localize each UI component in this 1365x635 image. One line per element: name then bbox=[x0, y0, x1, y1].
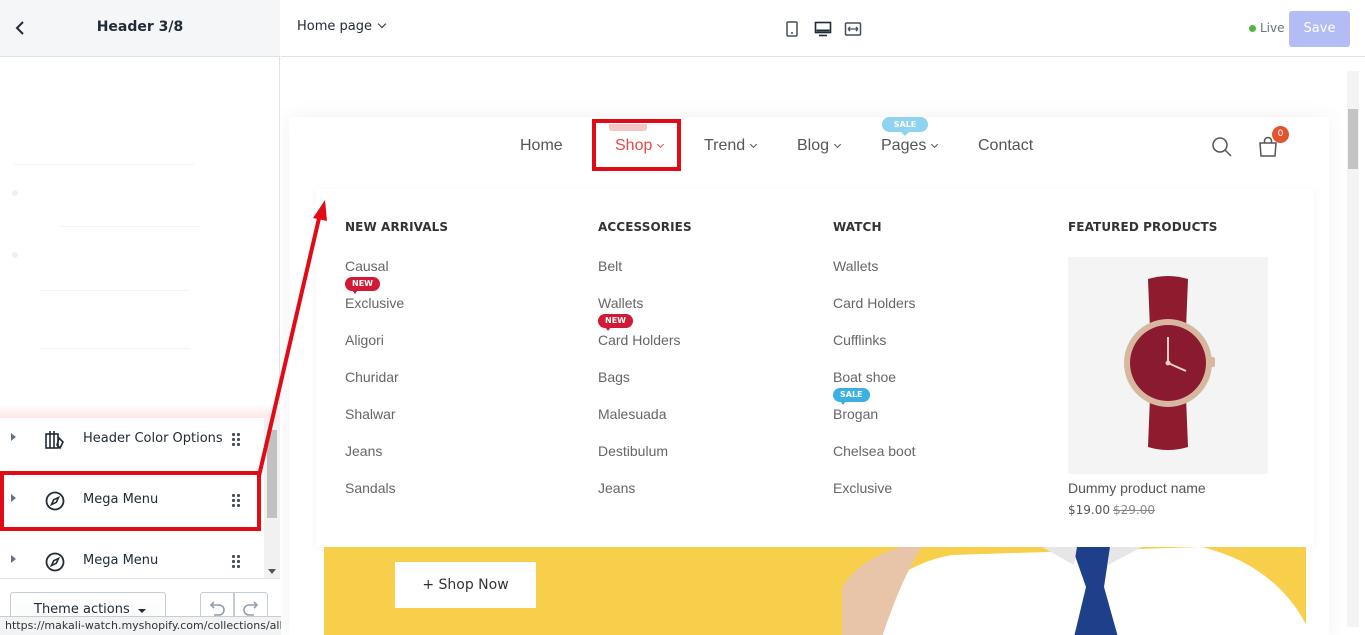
nav-blog[interactable]: Blog bbox=[797, 137, 842, 155]
live-status: Live bbox=[1249, 21, 1285, 35]
menu-link[interactable]: Malesuada bbox=[598, 406, 667, 422]
nav-pages[interactable]: Pages bbox=[881, 137, 939, 155]
desktop-view-icon[interactable] bbox=[814, 20, 832, 38]
chevron-down-icon bbox=[833, 140, 842, 149]
menu-link[interactable]: Wallets bbox=[833, 258, 878, 274]
expand-caret-icon[interactable] bbox=[11, 555, 16, 563]
new-badge: NEW bbox=[598, 314, 633, 331]
menu-link[interactable]: Exclusive bbox=[345, 295, 404, 311]
column-heading: FEATURED PRODUCTS bbox=[1068, 220, 1218, 234]
faded-divider bbox=[60, 226, 200, 227]
column-heading: NEW ARRIVALS bbox=[345, 220, 449, 234]
sidebar-item-header-color-options[interactable]: Header Color Options bbox=[0, 411, 264, 469]
drag-handle-icon[interactable] bbox=[232, 555, 242, 569]
product-price: $19.00 bbox=[1068, 503, 1110, 517]
faded-caret bbox=[12, 190, 18, 196]
chevron-down-icon bbox=[750, 140, 758, 149]
mega-menu-panel: NEW ARRIVALS Causal NEW Exclusive Aligor… bbox=[316, 189, 1314, 547]
live-label: Live bbox=[1260, 21, 1285, 35]
shop-now-label: Shop Now bbox=[438, 577, 509, 593]
editor-topbar: Home page Live Save bbox=[281, 0, 1365, 57]
expand-caret-icon[interactable] bbox=[11, 433, 16, 441]
mobile-view-icon[interactable] bbox=[783, 20, 801, 38]
sidebar-scrollbar[interactable] bbox=[264, 418, 280, 578]
shop-now-button[interactable]: + Shop Now bbox=[395, 562, 536, 608]
menu-link[interactable]: Shalwar bbox=[345, 406, 396, 422]
product-image[interactable] bbox=[1068, 257, 1268, 474]
menu-link[interactable]: Card Holders bbox=[598, 332, 680, 348]
menu-link[interactable]: Cufflinks bbox=[833, 332, 886, 348]
save-button[interactable]: Save bbox=[1289, 11, 1350, 47]
scrollbar-thumb[interactable] bbox=[267, 430, 277, 518]
sale-badge: SALE bbox=[833, 388, 870, 405]
wristwatch-icon bbox=[1124, 276, 1215, 450]
sidebar-title: Header 3/8 bbox=[96, 19, 184, 35]
nav-trend-label: Trend bbox=[704, 137, 746, 154]
menu-link[interactable]: Sandals bbox=[345, 480, 396, 496]
new-badge: NEW bbox=[345, 277, 380, 294]
drag-handle-icon[interactable] bbox=[232, 433, 242, 447]
product-old-price: $29.00 bbox=[1113, 503, 1155, 517]
chevron-down-icon bbox=[931, 140, 939, 149]
menu-link[interactable]: Exclusive bbox=[833, 480, 892, 496]
faded-divider bbox=[40, 290, 190, 291]
compass-icon bbox=[44, 551, 66, 573]
faded-divider bbox=[40, 348, 190, 349]
sidebar: Header 3/8 Header Color Options Mega Men… bbox=[0, 0, 289, 635]
column-heading: WATCH bbox=[833, 220, 882, 234]
menu-link[interactable]: Wallets bbox=[598, 295, 643, 311]
menu-link[interactable]: Churidar bbox=[345, 369, 399, 385]
search-icon[interactable] bbox=[1211, 136, 1233, 158]
hero-banner: + Shop Now bbox=[324, 547, 1306, 635]
chevron-down-icon bbox=[377, 19, 387, 29]
highlight-box-shop bbox=[592, 119, 681, 171]
sidebar-header: Header 3/8 bbox=[0, 0, 280, 57]
menu-link[interactable]: Belt bbox=[598, 258, 622, 274]
menu-link[interactable]: Aligori bbox=[345, 332, 384, 348]
nav-home[interactable]: Home bbox=[520, 137, 563, 155]
faded-caret bbox=[12, 252, 18, 258]
menu-link[interactable]: Boat shoe bbox=[833, 369, 896, 385]
product-name[interactable]: Dummy product name bbox=[1068, 480, 1206, 496]
faded-divider bbox=[14, 164, 194, 165]
scroll-down-arrow-icon[interactable] bbox=[268, 569, 276, 574]
plus-icon: + bbox=[422, 577, 439, 593]
store-preview: SALE Home Shop Trend Blog Pages Contact … bbox=[281, 57, 1365, 635]
menu-link[interactable]: Bags bbox=[598, 369, 630, 385]
fullscreen-view-icon[interactable] bbox=[844, 20, 862, 38]
menu-link[interactable]: Jeans bbox=[345, 443, 382, 459]
menu-link[interactable]: Destibulum bbox=[598, 443, 668, 459]
banner-model-image bbox=[842, 547, 1306, 635]
menu-link[interactable]: Jeans bbox=[598, 480, 635, 496]
store-site: SALE Home Shop Trend Blog Pages Contact … bbox=[289, 117, 1329, 635]
column-heading: ACCESSORIES bbox=[598, 220, 692, 234]
theme-actions-label: Theme actions bbox=[34, 602, 130, 617]
nav-trend[interactable]: Trend bbox=[704, 137, 758, 155]
sidebar-item-label: Mega Menu bbox=[83, 553, 159, 568]
preview-scrollbar[interactable] bbox=[1347, 71, 1359, 627]
nav-contact[interactable]: Contact bbox=[978, 137, 1033, 155]
nav-blog-label: Blog bbox=[797, 137, 830, 154]
sidebar-item-label: Header Color Options bbox=[83, 431, 223, 446]
menu-link[interactable]: Card Holders bbox=[833, 295, 915, 311]
pages-sale-badge: SALE bbox=[882, 117, 928, 136]
dropdown-caret-icon bbox=[138, 609, 146, 613]
paint-sliders-icon bbox=[44, 429, 66, 451]
menu-link[interactable]: Chelsea boot bbox=[833, 443, 916, 459]
status-bar-url: https://makali-watch.myshopify.com/colle… bbox=[0, 616, 289, 635]
page-select-value: Home page bbox=[297, 19, 372, 34]
nav-pages-label: Pages bbox=[881, 137, 927, 154]
cart-count-badge: 0 bbox=[1272, 126, 1289, 143]
highlight-box-mega-menu bbox=[0, 471, 261, 531]
menu-link[interactable]: Brogan bbox=[833, 406, 878, 422]
menu-link[interactable]: Causal bbox=[345, 258, 389, 274]
page-select[interactable]: Home page bbox=[297, 19, 387, 34]
live-dot-icon bbox=[1249, 25, 1256, 32]
scrollbar-thumb[interactable] bbox=[1348, 109, 1358, 169]
